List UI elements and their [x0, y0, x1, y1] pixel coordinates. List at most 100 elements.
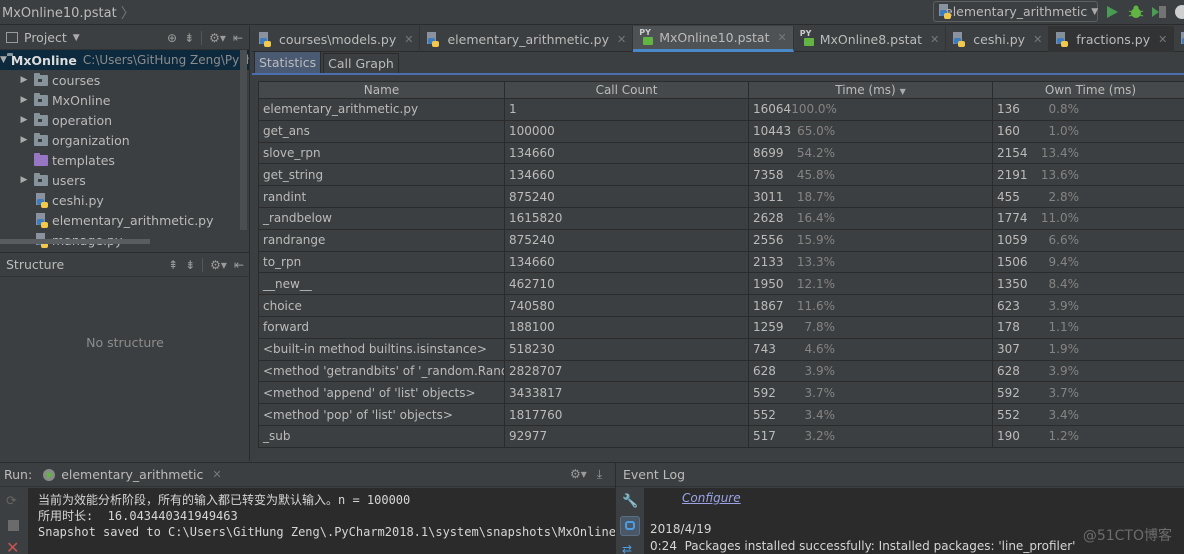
chat-bubble-icon[interactable] [620, 516, 640, 536]
rerun-icon[interactable]: ⟳ [6, 494, 22, 510]
cell-time: 628 3.9% [748, 359, 993, 383]
vertical-scrollbar[interactable] [240, 50, 247, 230]
close-icon[interactable]: ✕ [404, 33, 413, 46]
tab-label: fractions.py [1076, 31, 1151, 47]
bottom-tool-windows: Run: elementary_arithmetic ✕ ⚙▾ ⤓ ⟳ ✕ 当前… [0, 462, 1184, 554]
tree-item-users[interactable]: ▶ users [0, 170, 249, 190]
hide-panel-icon[interactable]: ⇤ [234, 258, 244, 272]
tree-root[interactable]: ▼ MxOnline C:\Users\GitHung Zeng\Pycharm… [0, 50, 249, 70]
python-file-icon [952, 31, 966, 47]
close-icon[interactable]: ✕ [212, 468, 221, 481]
collapsed-arrow-icon[interactable]: ▶ [18, 135, 30, 145]
close-icon[interactable]: ✕ [1158, 33, 1167, 46]
chevron-right-icon: 〉 [120, 6, 135, 22]
hide-panel-icon[interactable]: ⤓ [597, 467, 602, 482]
tree-item-ceshi[interactable]: ceshi.py [0, 190, 249, 210]
locate-icon[interactable]: ⊕ [167, 31, 177, 45]
collapsed-arrow-icon[interactable]: ▶ [18, 95, 30, 105]
collapse-all-icon[interactable]: ⇟ [185, 258, 195, 272]
time-value: 16064 [753, 102, 792, 117]
console-line: Snapshot saved to C:\Users\GitHung Zeng\… [38, 525, 616, 539]
tree-item-organization[interactable]: ▶ organization [0, 130, 249, 150]
table-row[interactable]: randrange 875240 2556 15.9% 1059 6.6% [258, 228, 1184, 252]
own-time-value: 455 [997, 189, 1020, 204]
table-row[interactable]: slove_rpn 134660 8699 54.2% 2154 13.4% [258, 141, 1184, 165]
close-icon[interactable]: ✕ [617, 33, 626, 46]
tab-courses-models[interactable]: courses\models.py ✕ [252, 26, 421, 52]
tab-random[interactable]: random.py ✕ [1174, 26, 1184, 52]
cell-name: <built-in method builtins.isinstance> [258, 337, 505, 361]
time-percent: 3.4% [804, 407, 836, 422]
column-header-call-count[interactable]: Call Count [504, 81, 749, 99]
collapsed-arrow-icon[interactable]: ▶ [18, 75, 30, 85]
project-view-select[interactable]: Project [24, 30, 67, 45]
column-header-name[interactable]: Name [258, 81, 505, 99]
project-tree[interactable]: ▼ MxOnline C:\Users\GitHung Zeng\Pycharm… [0, 50, 249, 250]
cell-own-time: 190 1.2% [992, 424, 1184, 448]
table-row[interactable]: to_rpn 134660 2133 13.3% 1506 9.4% [258, 250, 1184, 274]
table-row[interactable]: <method 'getrandbits' of '_random.Random… [258, 359, 1184, 383]
table-row[interactable]: <method 'pop' of 'list' objects> 1817760 5… [258, 403, 1184, 426]
tree-item-templates[interactable]: templates [0, 150, 249, 170]
column-header-own-time[interactable]: Own Time (ms) [992, 81, 1184, 99]
profile-button[interactable] [1172, 3, 1184, 21]
expanded-arrow-icon[interactable]: ▼ [0, 55, 7, 65]
templates-folder-icon [34, 152, 48, 166]
statistics-table[interactable]: Name Call Count Time (ms) ▼ Own Time (ms… [258, 81, 1184, 461]
table-row[interactable]: <built-in method builtins.isinstance> 518… [258, 337, 1184, 361]
tree-item-mxonline[interactable]: ▶ MxOnline [0, 90, 249, 110]
tree-item-label: organization [52, 132, 130, 148]
cell-name: _randbelow [258, 206, 505, 230]
close-icon[interactable]: ✕ [778, 31, 787, 44]
own-time-value: 1350 [997, 276, 1028, 291]
table-row[interactable]: _randbelow 1615820 2628 16.4% 1774 11.0% [258, 206, 1184, 230]
own-time-percent: 0.8% [1048, 102, 1080, 117]
expand-all-icon[interactable]: ⇞ [168, 258, 178, 272]
close-run-icon[interactable]: ✕ [6, 538, 22, 554]
tab-call-graph[interactable]: Call Graph [323, 53, 399, 73]
tree-item-operation[interactable]: ▶ operation [0, 110, 249, 130]
horizontal-scrollbar[interactable] [0, 239, 150, 244]
run-configuration-select[interactable]: elementary_arithmetic ▼ [933, 1, 1098, 22]
table-row[interactable]: forward 188100 1259 7.8% 178 1.1% [258, 315, 1184, 339]
cell-time: 7358 45.8% [748, 163, 993, 187]
tree-item-courses[interactable]: ▶ courses [0, 70, 249, 90]
close-icon[interactable]: ✕ [1033, 33, 1042, 46]
run-button[interactable] [1103, 3, 1121, 21]
column-header-time[interactable]: Time (ms) ▼ [748, 81, 993, 99]
tab-mxonline8-pstat[interactable]: PY MxOnline8.pstat ✕ [794, 26, 947, 52]
hide-panel-icon[interactable]: ⇤ [233, 31, 243, 45]
close-icon[interactable]: ✕ [930, 33, 939, 46]
gear-icon[interactable]: ⚙▾ [570, 467, 587, 482]
table-row[interactable]: choice 740580 1867 11.6% 623 3.9% [258, 294, 1184, 317]
tab-elementary-arithmetic[interactable]: elementary_arithmetic.py ✕ [420, 26, 634, 52]
table-row[interactable]: randint 875240 3011 18.7% 455 2.8% [258, 185, 1184, 208]
tab-statistics[interactable]: Statistics [254, 51, 322, 73]
wrench-icon[interactable]: 🔧 [622, 494, 638, 510]
console-output[interactable]: 当前为效能分析阶段，所有的输入都已转变为默认输入。n = 100000 所用时长:… [28, 488, 616, 554]
table-row[interactable]: elementary_arithmetic.py 1 16064100.0% 136 0… [258, 98, 1184, 121]
configure-link[interactable]: Configure [682, 491, 741, 505]
table-row[interactable]: get_string 134660 7358 45.8% 2191 13.6% [258, 163, 1184, 187]
coverage-button[interactable] [1150, 3, 1168, 21]
gear-icon[interactable]: ⚙▾ [209, 31, 226, 45]
debug-button[interactable] [1127, 3, 1145, 21]
table-row[interactable]: __new__ 462710 1950 12.1% 1350 8.4% [258, 272, 1184, 296]
collapsed-arrow-icon[interactable]: ▶ [18, 175, 30, 185]
collapse-all-icon[interactable]: ⇟ [184, 31, 194, 45]
gear-icon[interactable]: ⚙▾ [210, 258, 227, 272]
tab-mxonline10-pstat[interactable]: PY MxOnline10.pstat ✕ [633, 26, 794, 52]
tree-item-elementary-arithmetic[interactable]: elementary_arithmetic.py [0, 210, 249, 230]
chevron-down-icon[interactable]: ▼ [73, 33, 80, 43]
run-tab[interactable]: elementary_arithmetic ✕ [42, 467, 222, 482]
settings-list-icon[interactable]: ⇄ [622, 542, 638, 554]
table-row[interactable]: _sub 92977 517 3.2% 190 1.2% [258, 424, 1184, 448]
stop-button[interactable] [6, 518, 22, 534]
time-percent: 11.6% [796, 298, 835, 313]
table-row[interactable]: get_ans 100000 10443 65.0% 160 1.0% [258, 119, 1184, 143]
tab-fractions[interactable]: fractions.py ✕ [1049, 26, 1175, 52]
collapsed-arrow-icon[interactable]: ▶ [18, 115, 30, 125]
table-row[interactable]: <method 'append' of 'list' objects> 34338… [258, 381, 1184, 405]
breadcrumb-file[interactable]: MxOnline10.pstat [2, 6, 117, 21]
tab-ceshi[interactable]: ceshi.py ✕ [946, 26, 1050, 52]
